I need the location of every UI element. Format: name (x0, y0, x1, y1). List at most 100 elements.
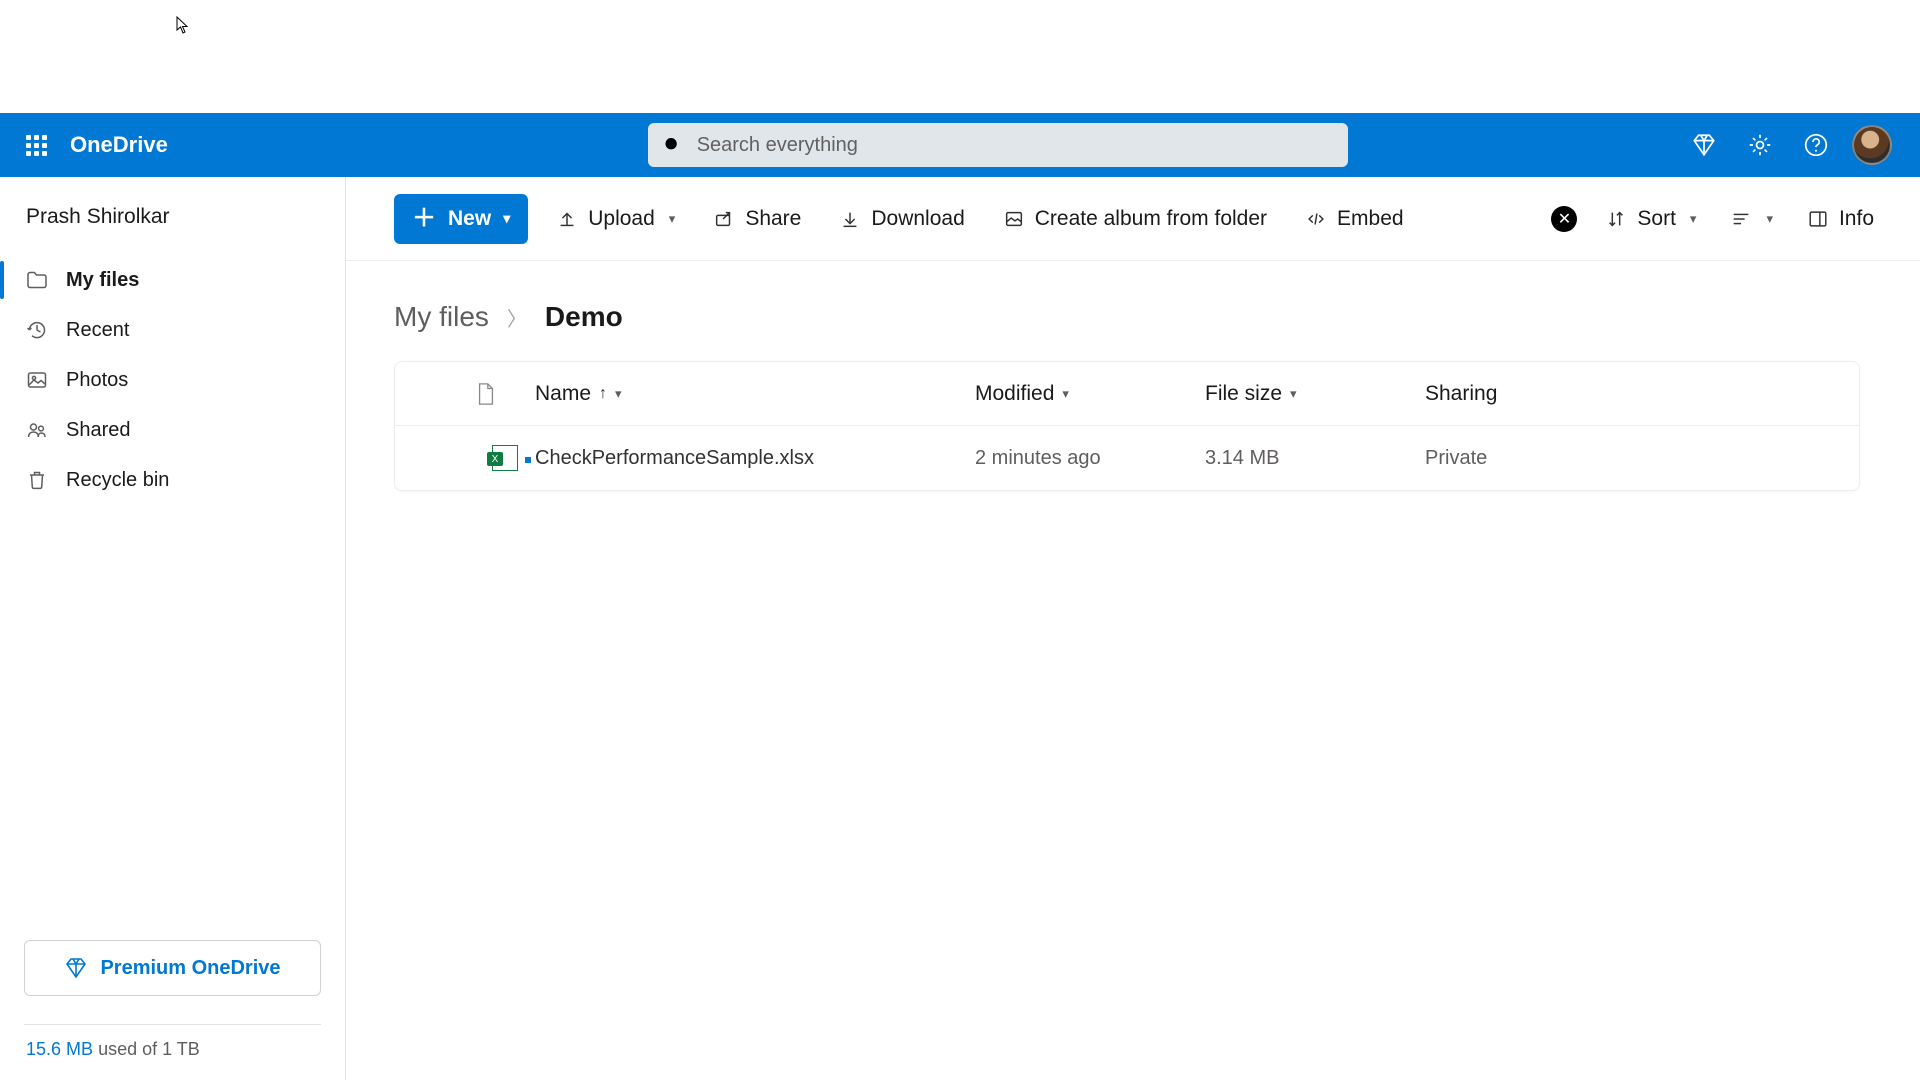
size-column-header[interactable]: File size ▾ (1205, 382, 1425, 406)
sidebar: Prash Shirolkar My files Recent Photos S… (0, 177, 346, 1080)
divider (24, 1024, 321, 1025)
create-album-label: Create album from folder (1035, 207, 1267, 231)
new-item-indicator-icon (525, 451, 537, 463)
embed-label: Embed (1337, 207, 1404, 231)
file-type-column-header[interactable] (475, 381, 535, 407)
storage-rest-text: used of 1 TB (98, 1039, 200, 1059)
gear-icon (1747, 132, 1773, 158)
file-list: Name ↑ ▾ Modified ▾ File size ▾ Sharing (394, 361, 1860, 491)
size-column-label: File size (1205, 382, 1282, 406)
chevron-down-icon: ▾ (1690, 211, 1697, 227)
diamond-icon (1691, 132, 1717, 158)
file-sharing: Private (1425, 447, 1859, 470)
question-icon (1803, 132, 1829, 158)
sidebar-item-recycle-bin[interactable]: Recycle bin (0, 455, 345, 505)
sidebar-item-label: My files (66, 269, 139, 292)
sidebar-item-label: Photos (66, 369, 128, 392)
browser-chrome-blank (0, 0, 1920, 113)
download-button[interactable]: Download (829, 195, 974, 243)
sort-asc-icon: ↑ (599, 385, 607, 403)
nav-list: My files Recent Photos Shared Recycle bi… (0, 255, 345, 505)
sort-icon (1605, 208, 1627, 230)
chevron-right-icon: 〉 (507, 303, 527, 332)
new-button-label: New (448, 207, 491, 231)
embed-button[interactable]: Embed (1295, 195, 1414, 243)
info-button[interactable]: Info (1797, 195, 1884, 243)
chevron-down-icon: ▾ (615, 386, 622, 402)
album-icon (1003, 208, 1025, 230)
sidebar-item-label: Recent (66, 319, 129, 342)
chevron-down-icon: ▾ (1062, 386, 1069, 402)
file-name[interactable]: CheckPerformanceSample.xlsx (535, 447, 814, 470)
close-icon: ✕ (1558, 209, 1571, 229)
main-content: ＋ New ▾ Upload ▾ Share Download Create a… (346, 177, 1920, 1080)
modified-column-header[interactable]: Modified ▾ (975, 382, 1205, 406)
diamond-icon (64, 956, 88, 980)
document-icon (475, 381, 497, 407)
share-icon (713, 208, 735, 230)
breadcrumb: My files 〉 Demo (346, 261, 1920, 361)
avatar (1852, 125, 1892, 165)
chevron-down-icon: ▾ (1766, 211, 1773, 227)
premium-label: Premium OneDrive (100, 957, 280, 980)
storage-used: 15.6 MB (26, 1039, 93, 1059)
premium-onedrive-button[interactable]: Premium OneDrive (24, 940, 321, 996)
close-pane-button[interactable]: ✕ (1551, 206, 1577, 232)
sidebar-item-photos[interactable]: Photos (0, 355, 345, 405)
breadcrumb-root[interactable]: My files (394, 301, 489, 333)
breadcrumb-leaf: Demo (545, 301, 623, 333)
brand-title[interactable]: OneDrive (70, 132, 168, 158)
sidebar-item-shared[interactable]: Shared (0, 405, 345, 455)
account-button[interactable] (1844, 117, 1900, 173)
waffle-icon (26, 135, 47, 156)
app-header: OneDrive (0, 113, 1920, 177)
command-bar: ＋ New ▾ Upload ▾ Share Download Create a… (346, 177, 1920, 261)
shared-icon (24, 417, 50, 443)
app-launcher-button[interactable] (12, 121, 60, 169)
sidebar-item-label: Recycle bin (66, 469, 169, 492)
settings-button[interactable] (1732, 117, 1788, 173)
sort-button[interactable]: Sort ▾ (1595, 195, 1706, 243)
plus-icon: ＋ (412, 207, 436, 231)
info-pane-icon (1807, 208, 1829, 230)
search-box[interactable] (648, 123, 1348, 167)
excel-icon: X (492, 445, 518, 471)
embed-icon (1305, 208, 1327, 230)
user-display-name: Prash Shirolkar (0, 205, 345, 255)
upload-label: Upload (588, 207, 655, 231)
table-header: Name ↑ ▾ Modified ▾ File size ▾ Sharing (395, 362, 1859, 426)
sharing-column-label: Sharing (1425, 382, 1497, 406)
sort-label: Sort (1637, 207, 1676, 231)
modified-column-label: Modified (975, 382, 1054, 406)
download-label: Download (871, 207, 964, 231)
folder-icon (24, 267, 50, 293)
name-column-label: Name (535, 382, 591, 406)
view-list-icon (1730, 208, 1752, 230)
sidebar-item-recent[interactable]: Recent (0, 305, 345, 355)
name-column-header[interactable]: Name ↑ ▾ (535, 382, 975, 406)
sharing-column-header[interactable]: Sharing (1425, 382, 1859, 406)
help-button[interactable] (1788, 117, 1844, 173)
file-size: 3.14 MB (1205, 447, 1425, 470)
file-modified: 2 minutes ago (975, 447, 1205, 470)
table-row[interactable]: X CheckPerformanceSample.xlsx 2 minutes … (395, 426, 1859, 490)
sidebar-item-my-files[interactable]: My files (0, 255, 345, 305)
photos-icon (24, 367, 50, 393)
search-icon (662, 134, 683, 156)
new-button[interactable]: ＋ New ▾ (394, 194, 528, 244)
upload-icon (556, 208, 578, 230)
trash-icon (24, 467, 50, 493)
sidebar-item-label: Shared (66, 419, 131, 442)
create-album-button[interactable]: Create album from folder (993, 195, 1277, 243)
premium-diamond-button[interactable] (1676, 117, 1732, 173)
download-icon (839, 208, 861, 230)
upload-button[interactable]: Upload ▾ (546, 195, 685, 243)
search-input[interactable] (697, 134, 1334, 157)
view-options-button[interactable]: ▾ (1724, 195, 1779, 243)
share-label: Share (745, 207, 801, 231)
chevron-down-icon: ▾ (503, 210, 510, 227)
share-button[interactable]: Share (703, 195, 811, 243)
storage-usage[interactable]: 15.6 MB used of 1 TB (0, 1039, 345, 1080)
info-label: Info (1839, 207, 1874, 231)
chevron-down-icon: ▾ (1290, 386, 1297, 402)
